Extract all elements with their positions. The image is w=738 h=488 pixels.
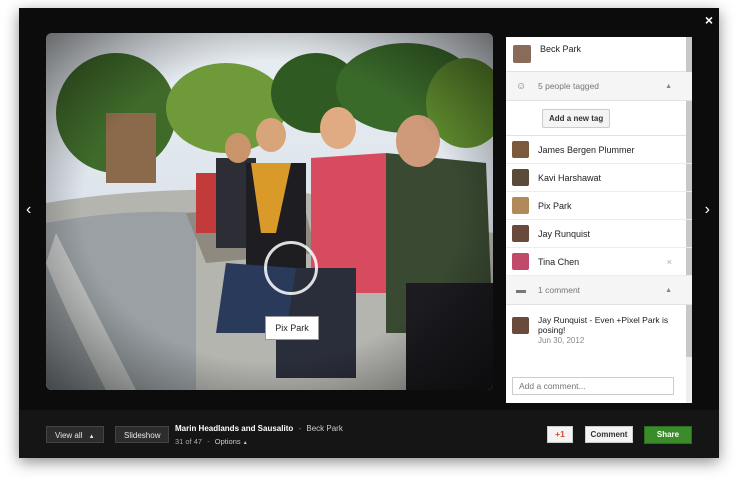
tagged-section-header: ☺ 5 people tagged ▲ bbox=[506, 72, 692, 101]
person-avatar[interactable] bbox=[512, 253, 529, 270]
options-label: Options bbox=[214, 437, 241, 446]
slideshow-button[interactable]: Slideshow bbox=[115, 426, 170, 443]
comments-section-header: ▬ 1 comment ▲ bbox=[506, 276, 692, 305]
main-photo: Pix Park bbox=[46, 33, 493, 390]
owner-row: Beck Park bbox=[506, 37, 692, 72]
collapse-chevron-icon[interactable]: ▲ bbox=[665, 287, 672, 294]
add-tag-row: Add a new tag bbox=[506, 101, 692, 136]
comment-date: Jun 30, 2012 bbox=[538, 336, 585, 345]
person-name[interactable]: Pix Park bbox=[538, 201, 572, 211]
add-new-tag-button[interactable]: Add a new tag bbox=[542, 108, 611, 128]
tagged-person-row: Pix Park bbox=[506, 192, 692, 220]
person-avatar[interactable] bbox=[512, 169, 529, 186]
comment-item: Jay Runquist - Even +Pixel Park is posin… bbox=[506, 305, 692, 360]
face-tag-marker[interactable] bbox=[264, 241, 318, 295]
face-tag-label[interactable]: Pix Park bbox=[265, 316, 319, 340]
album-info: Marin Headlands and Sausalito - Beck Par… bbox=[175, 424, 343, 446]
lightbox-frame: × ‹ › Pix Park Beck Park ☺ 5 people tagg… bbox=[19, 8, 719, 458]
tagged-person-row: Tina Chen × bbox=[506, 248, 692, 276]
photo-position: 31 of 47 bbox=[175, 437, 203, 446]
previous-photo-arrow-icon[interactable]: ‹ bbox=[26, 201, 31, 219]
close-icon[interactable]: × bbox=[705, 12, 713, 28]
tagged-count: 5 people tagged bbox=[538, 81, 599, 91]
comment-count: 1 comment bbox=[538, 285, 581, 295]
person-name[interactable]: Jay Runquist bbox=[538, 229, 590, 239]
view-all-label: View all bbox=[55, 431, 83, 440]
plus-one-button[interactable]: +1 bbox=[547, 426, 573, 443]
add-comment-input[interactable] bbox=[512, 377, 674, 395]
bottom-toolbar: View all ▲ Slideshow Marin Headlands and… bbox=[19, 410, 719, 458]
owner-avatar[interactable] bbox=[513, 45, 531, 63]
person-name[interactable]: Kavi Harshawat bbox=[538, 173, 601, 183]
caret-up-icon: ▲ bbox=[242, 440, 248, 446]
album-owner[interactable]: Beck Park bbox=[306, 424, 342, 433]
next-photo-arrow-icon[interactable]: › bbox=[705, 201, 710, 219]
view-all-button[interactable]: View all ▲ bbox=[46, 426, 104, 443]
person-avatar[interactable] bbox=[512, 197, 529, 214]
tagged-person-row: Jay Runquist bbox=[506, 220, 692, 248]
person-avatar[interactable] bbox=[512, 225, 529, 242]
smiley-icon: ☺ bbox=[516, 80, 527, 92]
tagged-person-row: Kavi Harshawat bbox=[506, 164, 692, 192]
options-menu[interactable]: Options ▲ bbox=[215, 437, 248, 446]
comment-button[interactable]: Comment bbox=[585, 426, 633, 443]
comment-text: Jay Runquist - Even +Pixel Park is posin… bbox=[538, 315, 669, 335]
remove-tag-icon[interactable]: × bbox=[667, 257, 672, 267]
album-separator: - bbox=[298, 424, 302, 433]
person-name[interactable]: James Bergen Plummer bbox=[538, 145, 635, 155]
meta-separator: - bbox=[207, 437, 210, 446]
caret-up-icon: ▲ bbox=[88, 434, 95, 440]
comment-bubble-icon: ▬ bbox=[516, 284, 526, 296]
share-button[interactable]: Share bbox=[644, 426, 692, 444]
person-avatar[interactable] bbox=[512, 141, 529, 158]
album-name[interactable]: Marin Headlands and Sausalito bbox=[175, 424, 293, 433]
collapse-chevron-icon[interactable]: ▲ bbox=[665, 83, 672, 90]
tagged-person-row: James Bergen Plummer bbox=[506, 136, 692, 164]
info-panel: Beck Park ☺ 5 people tagged ▲ Add a new … bbox=[506, 37, 692, 403]
commenter-avatar[interactable] bbox=[512, 317, 529, 334]
person-name[interactable]: Tina Chen bbox=[538, 257, 579, 267]
owner-name[interactable]: Beck Park bbox=[540, 44, 581, 54]
